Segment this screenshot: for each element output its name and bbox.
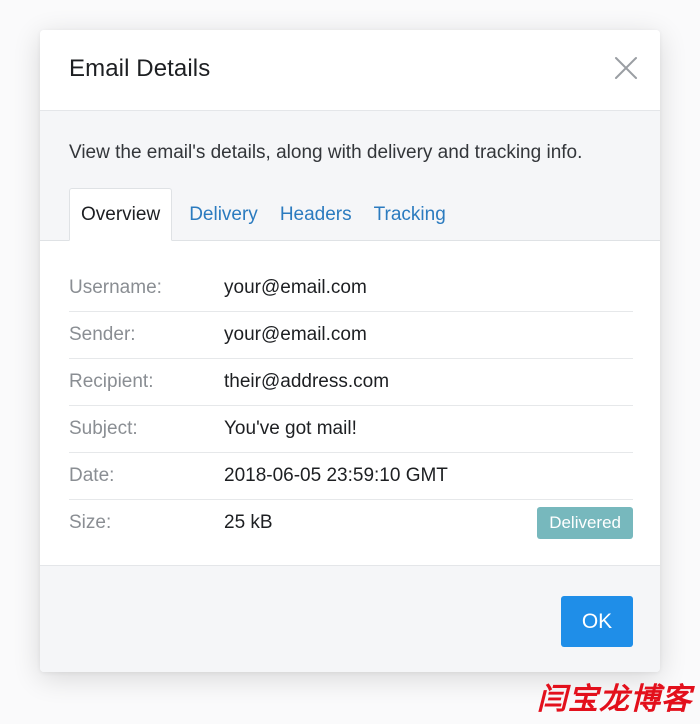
dialog-title: Email Details bbox=[69, 55, 211, 82]
detail-value: their@address.com bbox=[224, 371, 390, 392]
watermark-logo: 闫宝龙博客 bbox=[537, 682, 692, 717]
detail-row-sender: Sender: your@email.com bbox=[69, 312, 633, 359]
detail-label: Size: bbox=[69, 512, 112, 533]
close-icon bbox=[615, 57, 637, 79]
detail-row-size: Size: 25 kB Delivered bbox=[69, 500, 633, 546]
dialog-header: Email Details bbox=[40, 30, 660, 111]
detail-row-date: Date: 2018-06-05 23:59:10 GMT bbox=[69, 453, 633, 500]
detail-value: your@email.com bbox=[224, 277, 367, 298]
tab-headers[interactable]: Headers bbox=[269, 189, 363, 241]
detail-label: Date: bbox=[69, 465, 115, 486]
detail-value: 25 kB bbox=[224, 512, 273, 533]
detail-label: Username: bbox=[69, 277, 162, 298]
detail-row-recipient: Recipient: their@address.com bbox=[69, 359, 633, 406]
tab-overview[interactable]: Overview bbox=[69, 188, 173, 241]
tab-bar: Overview Delivery Headers Tracking bbox=[69, 188, 457, 241]
detail-label: Recipient: bbox=[69, 371, 154, 392]
detail-value: You've got mail! bbox=[224, 418, 357, 439]
dialog-footer: OK bbox=[40, 565, 660, 672]
ok-button[interactable]: OK bbox=[561, 596, 633, 647]
detail-row-username: Username: your@email.com bbox=[69, 265, 633, 312]
dialog-subheader: View the email's details, along with del… bbox=[40, 111, 660, 241]
status-badge: Delivered bbox=[537, 507, 633, 539]
detail-label: Subject: bbox=[69, 418, 138, 439]
overview-panel: Username: your@email.com Sender: your@em… bbox=[40, 241, 660, 566]
detail-value: 2018-06-05 23:59:10 GMT bbox=[224, 465, 448, 486]
tab-tracking[interactable]: Tracking bbox=[363, 189, 457, 241]
detail-row-subject: Subject: You've got mail! bbox=[69, 406, 633, 453]
email-details-dialog: Email Details View the email's details, … bbox=[40, 30, 660, 672]
details-list: Username: your@email.com Sender: your@em… bbox=[69, 265, 633, 546]
detail-value: your@email.com bbox=[224, 324, 367, 345]
dialog-description: View the email's details, along with del… bbox=[69, 142, 583, 163]
detail-label: Sender: bbox=[69, 324, 136, 345]
close-button[interactable] bbox=[614, 56, 638, 80]
tab-delivery[interactable]: Delivery bbox=[178, 189, 269, 241]
